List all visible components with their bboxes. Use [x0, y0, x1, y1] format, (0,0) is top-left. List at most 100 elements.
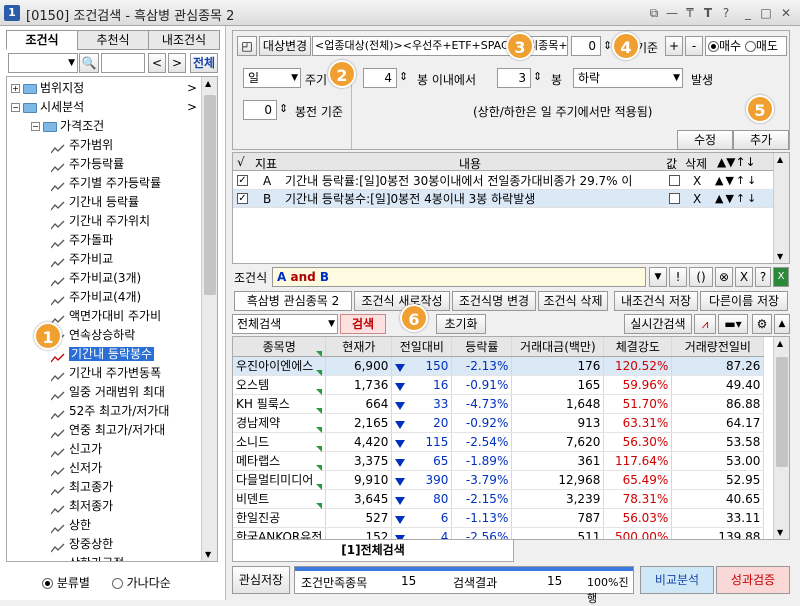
- tree-item[interactable]: 최저종가: [50, 497, 113, 516]
- tree-item[interactable]: 52주 최고가/저가대: [50, 402, 169, 421]
- stock-name[interactable]: 소니드: [233, 427, 327, 452]
- scroll-thumb[interactable]: [776, 357, 788, 467]
- table-row[interactable]: 비덴트 3,645 80 -2.15% 3,239 78.31% 40.65: [233, 484, 765, 509]
- stock-name[interactable]: 다믈멀티미디어: [233, 465, 327, 490]
- minimize-icon[interactable]: —: [664, 5, 680, 21]
- paren-button[interactable]: (): [689, 267, 713, 287]
- delete-icon[interactable]: X: [693, 190, 701, 208]
- tree-item[interactable]: 주가비교(3개): [50, 269, 141, 288]
- all-button[interactable]: 전체: [190, 53, 218, 73]
- maximize-icon[interactable]: □: [758, 5, 774, 21]
- results-column-header[interactable]: 거래대금(백만): [511, 337, 605, 357]
- stock-name[interactable]: 오스템: [233, 370, 327, 395]
- table-row[interactable]: 우진아이엔에스 6,900 150 -2.13% 176 120.52% 87.26: [233, 351, 765, 376]
- formula-input[interactable]: A and B: [272, 267, 646, 287]
- table-row[interactable]: 한일진공 527 6 -1.13% 787 56.03% 33.11: [233, 503, 765, 528]
- stock-name[interactable]: 한일진공: [233, 503, 327, 528]
- tree-item[interactable]: 주가범위: [50, 136, 113, 155]
- results-column-header[interactable]: 종목명: [233, 337, 327, 357]
- condition-scrollbar[interactable]: ▲ ▼: [773, 153, 789, 263]
- radio-buy[interactable]: [708, 41, 719, 52]
- tree-item[interactable]: 기간내 주가변동폭: [50, 364, 161, 383]
- condition-checkbox[interactable]: ✓: [237, 175, 248, 186]
- text-icon[interactable]: T: [700, 5, 716, 21]
- condition-checkbox[interactable]: ✓: [237, 193, 248, 204]
- tree-item[interactable]: 일중 거래범위 최대: [50, 383, 165, 402]
- tree-item[interactable]: 연속상승하락: [50, 326, 135, 345]
- help-icon[interactable]: ?: [718, 5, 734, 21]
- tree-folder[interactable]: + 범위지정 >: [11, 79, 197, 98]
- compare-analysis-button[interactable]: 비교분석: [640, 566, 714, 594]
- radio-sell[interactable]: [744, 41, 756, 52]
- stock-name[interactable]: KH 필룩스: [233, 389, 327, 414]
- tab-my-conditions[interactable]: 내조건식: [148, 30, 220, 50]
- scroll-up-icon[interactable]: ▲: [777, 155, 783, 164]
- value-checkbox[interactable]: [669, 193, 680, 204]
- tree-item[interactable]: 주기별 주가등락률: [50, 174, 161, 193]
- save-as-button[interactable]: 다른이름 저장: [700, 291, 788, 311]
- tree-item[interactable]: 상한가근접: [51, 554, 124, 561]
- gear-icon[interactable]: ⚙: [752, 314, 772, 334]
- tree-item[interactable]: 주가비교: [50, 250, 113, 269]
- close-icon[interactable]: ✕: [778, 5, 794, 21]
- scroll-up-icon[interactable]: ▲: [777, 339, 783, 348]
- direction-select[interactable]: 하락 ▼: [573, 68, 683, 88]
- period-select[interactable]: 일 ▼: [243, 68, 301, 88]
- tree-folder[interactable]: − 가격조건: [31, 117, 104, 136]
- prev-button[interactable]: <: [148, 53, 166, 73]
- order-arrows[interactable]: ▲▼↑↓: [715, 172, 758, 190]
- spin-icon[interactable]: ⇕: [279, 102, 288, 115]
- condition-row[interactable]: ✓ B 기간내 등락봉수:[일]0봉전 4봉이내 3봉 하락발생 X ▲▼↑↓: [233, 190, 773, 208]
- search-icon[interactable]: 🔍: [79, 53, 99, 73]
- save-watchlist-button[interactable]: 관심저장: [232, 566, 290, 594]
- results-scrollbar[interactable]: ▲ ▼: [773, 337, 789, 539]
- expand-icon[interactable]: −: [11, 103, 20, 112]
- order-arrows[interactable]: ▲▼↑↓: [715, 190, 758, 208]
- results-column-header[interactable]: 체결강도: [603, 337, 673, 357]
- search-input[interactable]: [101, 53, 145, 73]
- category-select[interactable]: ▼: [8, 53, 78, 73]
- tree-item[interactable]: 기간내 등락봉수: [50, 345, 155, 364]
- tree-item[interactable]: 주가돌파: [50, 231, 113, 250]
- expand-icon[interactable]: +: [11, 84, 20, 93]
- target-change-button[interactable]: 대상변경: [259, 36, 311, 56]
- add-button[interactable]: 추가: [733, 130, 789, 150]
- plus-button[interactable]: +: [665, 36, 683, 56]
- minus-button[interactable]: -: [685, 36, 703, 56]
- tab-conditions[interactable]: 조건식: [6, 30, 78, 50]
- minimize-window-icon[interactable]: _: [740, 5, 756, 21]
- expand-icon[interactable]: −: [31, 122, 40, 131]
- tree-item[interactable]: 신고가: [50, 440, 102, 459]
- value-checkbox[interactable]: [669, 175, 680, 186]
- spin-icon[interactable]: ⇕: [399, 70, 408, 83]
- tree-item[interactable]: 상한: [50, 516, 91, 535]
- chart-icon[interactable]: ⩘: [694, 314, 716, 334]
- table-row[interactable]: 다믈멀티미디어 9,910 390 -3.79% 12,968 65.49% 52.95: [233, 465, 765, 490]
- formula-dropdown-button[interactable]: ▼: [649, 267, 667, 287]
- search-button[interactable]: 검색: [340, 314, 386, 334]
- excel-icon[interactable]: X: [773, 267, 789, 287]
- not-button[interactable]: !: [669, 267, 687, 287]
- restore-icon[interactable]: ⧉: [646, 5, 662, 21]
- offset-input[interactable]: 0: [243, 100, 277, 120]
- pin-icon[interactable]: ₸: [682, 5, 698, 21]
- stock-name[interactable]: 메타랩스: [233, 446, 327, 471]
- table-row[interactable]: 소니드 4,420 115 -2.54% 7,620 56.30% 53.58: [233, 427, 765, 452]
- results-column-header[interactable]: 전일대비: [391, 337, 453, 357]
- stock-name[interactable]: 한국ANKOR유전: [233, 527, 327, 539]
- xor-button[interactable]: ⊗: [715, 267, 733, 287]
- realtime-search-button[interactable]: 실시간검색: [624, 314, 692, 334]
- scroll-thumb[interactable]: [204, 95, 216, 295]
- tree-item[interactable]: 연중 최고가/저가대: [50, 421, 165, 440]
- stock-name[interactable]: 비덴트: [233, 484, 327, 509]
- delete-condition-button[interactable]: 조건식 삭제: [538, 291, 608, 311]
- table-row[interactable]: 경남제약 2,165 20 -0.92% 913 63.31% 64.17: [233, 408, 765, 433]
- window-icon[interactable]: ◰: [237, 36, 257, 56]
- spin-icon[interactable]: ⇕: [603, 39, 612, 52]
- table-row[interactable]: 메타랩스 3,375 65 -1.89% 361 117.64% 53.00: [233, 446, 765, 471]
- clear-button[interactable]: X: [735, 267, 753, 287]
- tree-item[interactable]: 액면가대비 주가비: [50, 307, 161, 326]
- tree-item[interactable]: 장중상한: [50, 535, 113, 554]
- tree-item[interactable]: 신저가: [50, 459, 102, 478]
- target-value-input[interactable]: 0: [571, 36, 601, 56]
